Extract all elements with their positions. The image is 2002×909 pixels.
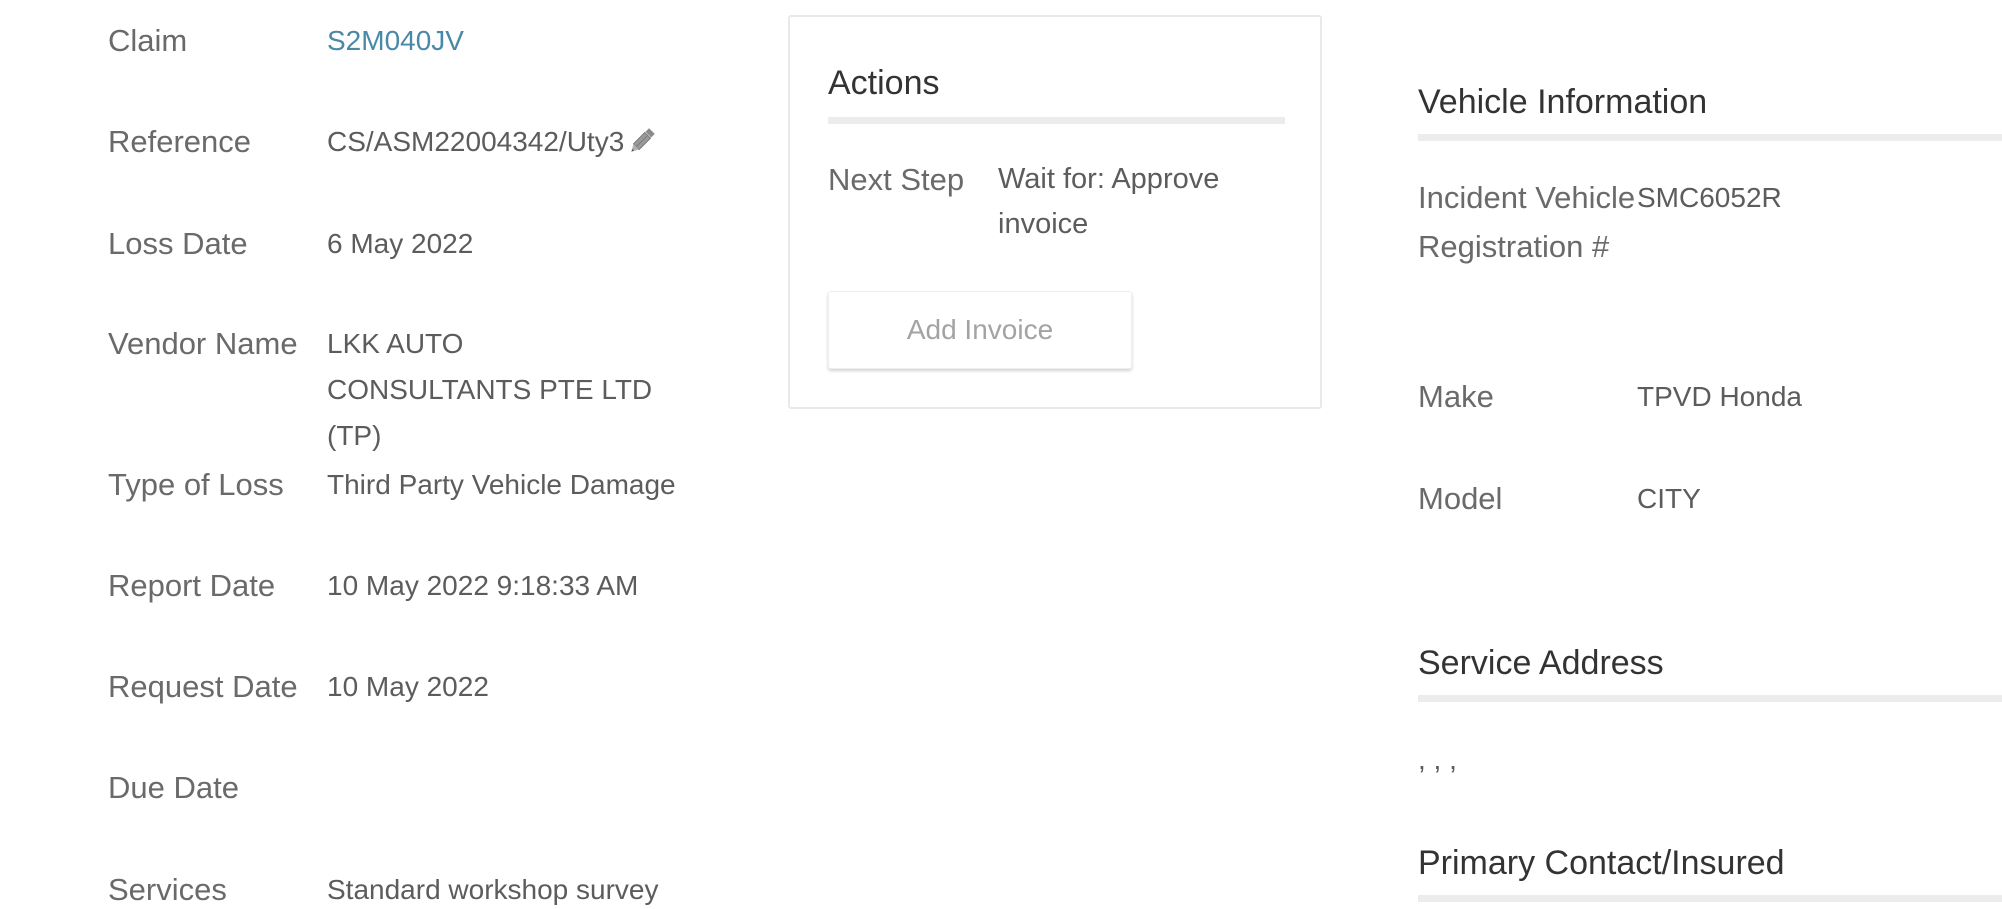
due-date-row: Due Date	[108, 765, 707, 811]
type-of-loss-value: Third Party Vehicle Damage	[327, 469, 676, 500]
actions-title: Actions	[828, 64, 940, 102]
service-address-title: Service Address	[1418, 644, 1664, 682]
loss-date-row: Loss Date 6 May 2022	[108, 221, 707, 267]
vehicle-information-divider	[1418, 134, 2002, 141]
claim-number-link[interactable]: S2M040JV	[327, 18, 707, 64]
service-address-value: , , ,	[1418, 744, 1457, 775]
request-date-label: Request Date	[108, 669, 298, 704]
vehicle-information-title: Vehicle Information	[1418, 83, 1708, 121]
make-value: TPVD Honda	[1637, 381, 1802, 412]
type-of-loss-label: Type of Loss	[108, 467, 284, 502]
pencil-icon[interactable]	[626, 125, 658, 157]
loss-date-label: Loss Date	[108, 226, 248, 261]
registration-label: Incident Vehicle Registration #	[1418, 180, 1636, 264]
primary-contact-title: Primary Contact/Insured	[1418, 844, 1785, 882]
make-row: Make TPVD Honda	[1418, 372, 1802, 421]
add-invoice-button[interactable]: Add Invoice	[828, 291, 1132, 369]
reference-value: CS/ASM22004342/Uty3	[327, 126, 625, 157]
request-date-value: 10 May 2022	[327, 671, 489, 702]
reference-row: Reference CS/ASM22004342/Uty3	[108, 119, 707, 165]
service-address-divider	[1418, 695, 2002, 702]
due-date-label: Due Date	[108, 770, 239, 805]
primary-contact-divider	[1418, 895, 2002, 902]
model-value: CITY	[1637, 483, 1701, 514]
claim-detail-page: Claim S2M040JV Reference CS/ASM22004342/…	[0, 0, 2002, 909]
services-row: Services Standard workshop survey	[108, 867, 707, 909]
actions-card: Actions Next Step Wait for: Approve invo…	[788, 15, 1322, 409]
vendor-name-label: Vendor Name	[108, 326, 298, 361]
report-date-row: Report Date 10 May 2022 9:18:33 AM	[108, 563, 707, 609]
request-date-row: Request Date 10 May 2022	[108, 664, 707, 710]
actions-title-divider	[828, 117, 1285, 124]
next-step-value: Wait for: Approve invoice	[998, 163, 1220, 240]
report-date-value: 10 May 2022 9:18:33 AM	[327, 570, 639, 601]
claim-row: Claim S2M040JV	[108, 18, 707, 64]
registration-value: SMC6052R	[1637, 182, 1782, 213]
loss-date-value: 6 May 2022	[327, 228, 474, 259]
vendor-name-value: LKK AUTO CONSULTANTS PTE LTD (TP)	[327, 328, 653, 451]
make-label: Make	[1418, 379, 1494, 414]
services-label: Services	[108, 872, 227, 907]
services-value: Standard workshop survey	[327, 874, 659, 905]
type-of-loss-row: Type of Loss Third Party Vehicle Damage	[108, 462, 707, 508]
claim-label: Claim	[108, 23, 188, 58]
registration-row: Incident Vehicle Registration # SMC6052R	[1418, 173, 1782, 271]
report-date-label: Report Date	[108, 568, 276, 603]
model-row: Model CITY	[1418, 474, 1701, 523]
reference-label: Reference	[108, 124, 252, 159]
next-step-label: Next Step	[828, 162, 965, 197]
model-label: Model	[1418, 481, 1503, 516]
vendor-name-row: Vendor Name LKK AUTO CONSULTANTS PTE LTD…	[108, 321, 657, 459]
reference-value-wrap: CS/ASM22004342/Uty3	[327, 119, 707, 165]
